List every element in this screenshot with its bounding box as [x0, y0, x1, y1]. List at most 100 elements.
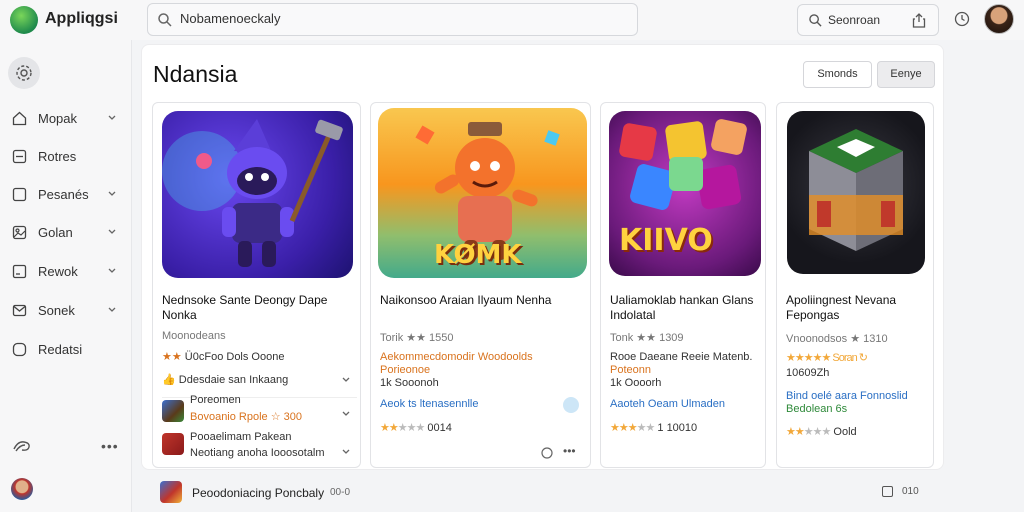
card-feature: Poteonn: [610, 364, 651, 376]
bottom-bar-label[interactable]: Peoodoniacing Poncbaly: [192, 486, 324, 500]
rating-row: ★★★★★ 1 10010: [610, 421, 697, 434]
card-meta: Torik ★★ 1550: [380, 332, 454, 344]
chevron-down-icon[interactable]: [342, 377, 350, 383]
bottom-bar-extra: 00-0: [330, 487, 351, 498]
app-card[interactable]: KØMK Naikonsoo Araian Ilyaum Nenha Torik…: [370, 102, 591, 468]
list-icon: [12, 264, 27, 279]
thumbs-up-icon: 👍: [162, 374, 176, 386]
card-link[interactable]: Aeok ts ltenasennlle: [380, 398, 478, 410]
sidebar-item-pesanes[interactable]: Pesanés: [0, 179, 132, 209]
rating-row: ★★★★★ Oold: [786, 425, 857, 438]
top-bar: Appliqgsi Seonroan: [0, 0, 1024, 40]
sidebar-item-label: Golan: [38, 225, 73, 240]
info-icon[interactable]: [541, 447, 553, 459]
mail-icon: [12, 304, 27, 317]
star-icon: ★★: [162, 351, 182, 363]
list-item-subtitle: Neotiang anoha Iooosotalm: [190, 447, 325, 459]
card-meta: Vnoonodsos ★ 1310: [786, 333, 888, 345]
sidebar-item-label: Pesanés: [38, 187, 89, 202]
app-logo-icon[interactable]: [10, 6, 38, 34]
attachment-icon[interactable]: [12, 439, 32, 453]
settings-icon: [16, 65, 32, 81]
loading-indicator: [563, 397, 579, 413]
sidebar-item-golan[interactable]: Golan: [0, 217, 132, 247]
chevron-down-icon[interactable]: [108, 229, 116, 235]
card-note: Bedolean 6s: [786, 403, 848, 415]
card-downloads: 10609Zh: [786, 367, 830, 379]
document-icon: [12, 187, 27, 202]
list-item-subtitle: Bovoanio Rpole ☆ 300: [190, 411, 302, 423]
checkbox[interactable]: [882, 486, 893, 497]
share-icon[interactable]: [912, 13, 926, 28]
game-artwork-image[interactable]: [787, 111, 925, 274]
chevron-down-icon[interactable]: [342, 449, 350, 455]
star-rating-icon: ★★★★★: [786, 426, 831, 438]
clock-icon[interactable]: [954, 11, 970, 27]
sidebar-item-label: Rewok: [38, 264, 78, 279]
sidebar-item-rotres[interactable]: Rotres: [0, 141, 132, 171]
game-artwork-image[interactable]: [162, 111, 353, 278]
game-icon[interactable]: [160, 481, 182, 503]
card-link[interactable]: Aaoteh Oeam Ulmaden: [610, 398, 725, 410]
app-card[interactable]: KIIVO Ualiamoklab hankan Glans Indolatal…: [600, 102, 766, 468]
search-box[interactable]: [147, 3, 638, 36]
card-title: Naikonsoo Araian Ilyaum Nenha: [380, 293, 552, 307]
card-downloads: 1k Oooorh: [610, 377, 662, 389]
sidebar-item-rewok[interactable]: Rewok: [0, 256, 132, 286]
card-stats: ★★★★★ Soran ↻: [786, 352, 868, 364]
game-logo-text: KIIVO: [619, 223, 713, 258]
home-icon: [12, 111, 27, 126]
chevron-down-icon[interactable]: [342, 411, 350, 417]
card-title: Apoliingnest Nevana Fepongas: [786, 293, 897, 322]
sidebar-item-label: Redatsi: [38, 342, 83, 357]
sidebar-home-button[interactable]: [8, 57, 40, 89]
bottom-bar-count: 010: [902, 486, 919, 497]
search-button[interactable]: Seonroan: [797, 4, 939, 36]
user-avatar[interactable]: [984, 4, 1014, 34]
sidebar-item-label: Mopak: [38, 111, 78, 126]
rating-text: 0014: [427, 422, 452, 434]
rating-row: ★★ Ü0cFoo Dols Ooone: [162, 350, 284, 363]
rating-text: 1 10010: [657, 422, 698, 434]
primary-button[interactable]: Eenye: [877, 61, 935, 88]
game-icon[interactable]: [162, 400, 184, 422]
feature-row[interactable]: 👍 Ddesdaie san Inkaang: [162, 373, 288, 386]
rating-text: Ü0cFoo Dols Ooone: [184, 351, 285, 363]
inbox-icon: [12, 149, 27, 164]
game-artwork-image[interactable]: KØMK: [378, 108, 587, 278]
search-input[interactable]: [180, 11, 620, 26]
chevron-down-icon[interactable]: [108, 268, 116, 274]
rating-text: Oold: [833, 426, 857, 438]
list-item-title: Poreomen: [190, 394, 241, 406]
treasure-cube-icon: [809, 129, 903, 251]
card-feature: Rooe Daeane Reeie Matenb.: [610, 351, 753, 363]
card-feature: Aekommecdomodir Woodoolds: [380, 351, 533, 363]
search-icon: [809, 14, 822, 27]
sidebar: Mopak Rotres Pesanés Golan Rewok Sonek R…: [0, 40, 132, 512]
card-meta: Moonodeans: [162, 330, 226, 342]
game-icon-2[interactable]: [162, 433, 184, 455]
more-options-icon[interactable]: •••: [563, 444, 576, 458]
app-name: Appliqgsi: [45, 10, 118, 27]
sidebar-item-label: Sonek: [38, 303, 75, 318]
chevron-down-icon[interactable]: [108, 307, 116, 313]
chevron-down-icon[interactable]: [108, 115, 116, 121]
bottom-bar: Peoodoniacing Poncbaly 00-0 010: [141, 472, 944, 512]
game-logo-text: KØMK: [434, 240, 522, 270]
star-rating-icon: ★★★★★: [380, 422, 425, 434]
game-artwork-image[interactable]: KIIVO: [609, 111, 761, 276]
more-options-icon[interactable]: •••: [101, 438, 119, 454]
secondary-button[interactable]: Smonds: [803, 61, 872, 88]
card-link[interactable]: Bind oelé aara Fonnoslid: [786, 390, 908, 402]
sidebar-item-redatsi[interactable]: Redatsi: [0, 334, 132, 364]
sidebar-item-mopak[interactable]: Mopak: [0, 103, 132, 133]
sidebar-item-sonek[interactable]: Sonek: [0, 295, 132, 325]
app-card[interactable]: Nednsoke Sante Deongy Dape Nonka Moonode…: [152, 102, 361, 468]
account-avatar[interactable]: [11, 478, 33, 500]
list-item-title: Pooaelimam Pakean: [190, 431, 292, 443]
main-panel: Ndansia Smonds Eenye Nednsoke Sante Deon…: [141, 44, 944, 470]
chevron-down-icon[interactable]: [108, 191, 116, 197]
app-card[interactable]: Apoliingnest Nevana Fepongas Vnoonodsos …: [776, 102, 934, 468]
search-icon: [158, 13, 172, 27]
chat-icon: [12, 342, 27, 357]
